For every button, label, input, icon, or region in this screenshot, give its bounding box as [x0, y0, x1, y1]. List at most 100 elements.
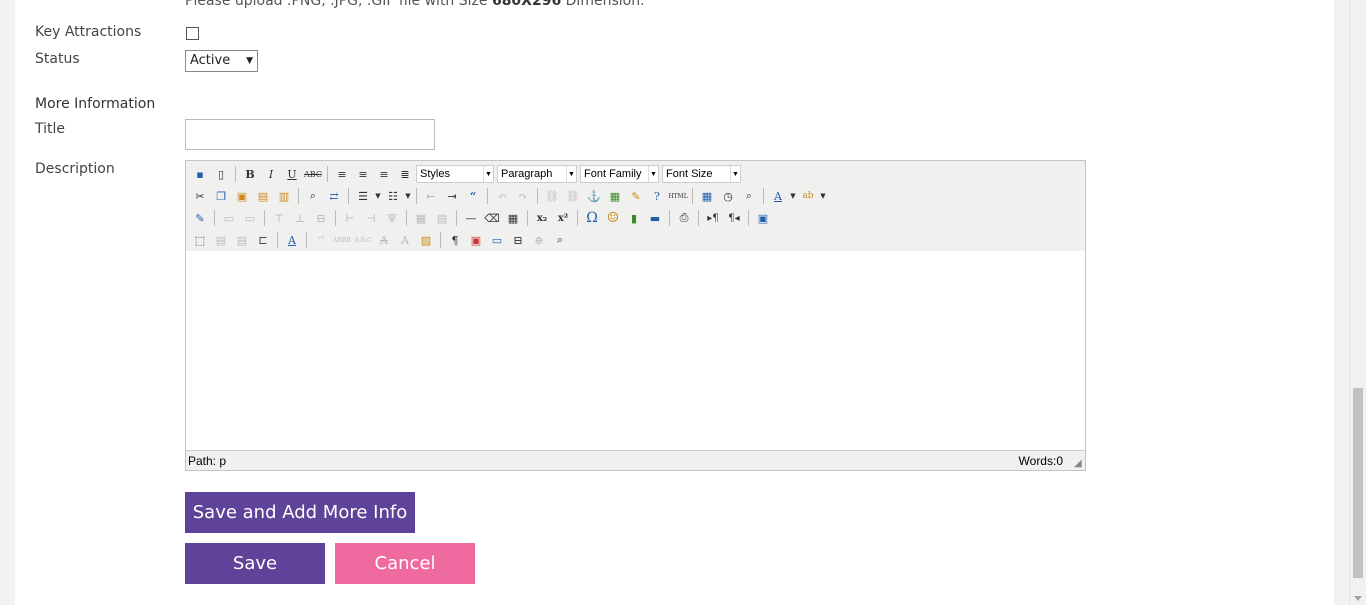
ltr-icon[interactable]: ▸¶ [703, 208, 723, 228]
table-cell-props-icon[interactable]: ▭ [240, 208, 260, 228]
redo-icon[interactable]: ↷ [513, 186, 533, 206]
delete-col-icon[interactable]: Ψ [382, 208, 402, 228]
anchor-icon[interactable]: ⚓ [584, 186, 604, 206]
delete-row-icon[interactable]: ⊟ [311, 208, 331, 228]
outdent-icon[interactable]: ⇤ [421, 186, 441, 206]
nonbreaking-icon[interactable]: ▬ [645, 208, 665, 228]
absolute-icon[interactable]: ⊏ [253, 230, 273, 250]
title-input[interactable] [185, 119, 435, 150]
table-row-props-icon[interactable]: ▭ [219, 208, 239, 228]
image-icon[interactable]: ▦ [605, 186, 625, 206]
insert-date-icon[interactable]: ▦ [697, 186, 717, 206]
insert-time-icon[interactable]: ◷ [718, 186, 738, 206]
insert-col-before-icon[interactable]: ⊢ [340, 208, 360, 228]
paste-text-icon[interactable]: ▤ [253, 186, 273, 206]
save-button[interactable]: Save [185, 543, 325, 584]
save-icon[interactable]: ▪ [190, 164, 210, 184]
resize-grip-icon[interactable]: ◢ [1074, 459, 1084, 469]
paste-word-icon[interactable]: ▥ [274, 186, 294, 206]
attributes-icon[interactable]: ▨ [416, 230, 436, 250]
insert-col-after-icon[interactable]: ⊣ [361, 208, 381, 228]
bold-icon[interactable]: B [240, 164, 260, 184]
insert-row-after-icon[interactable]: ⊥ [290, 208, 310, 228]
status-select[interactable]: Active ▼ [185, 50, 258, 72]
new-document-icon[interactable]: ▯ [211, 164, 231, 184]
help-icon[interactable]: ? [647, 186, 667, 206]
pagebreak-icon[interactable]: ⊟ [508, 230, 528, 250]
align-center-icon[interactable]: ≡ [353, 164, 373, 184]
emoticon-icon[interactable]: ☺ [603, 208, 623, 228]
media-icon[interactable]: ▮ [624, 208, 644, 228]
subscript-icon[interactable]: x₂ [532, 208, 552, 228]
abbr-icon[interactable]: ABBR [332, 230, 352, 250]
form-panel: Please upload .PNG, .JPG, .GIF file with… [15, 0, 1334, 605]
chevron-down-icon[interactable]: ▼ [819, 186, 827, 206]
template-icon[interactable]: ▭ [487, 230, 507, 250]
styleprops-icon[interactable]: A [282, 230, 302, 250]
acronym-icon[interactable]: A.B.C [353, 230, 373, 250]
font-family-dropdown[interactable]: Font Family ▼ [580, 165, 659, 183]
upload-note-suffix: Dimension. [561, 0, 645, 9]
undo-icon[interactable]: ↶ [492, 186, 512, 206]
insert-row-before-icon[interactable]: ⊤ [269, 208, 289, 228]
indent-icon[interactable]: ⇥ [442, 186, 462, 206]
page-scrollbar[interactable] [1349, 0, 1366, 605]
ins-icon[interactable]: A [395, 230, 415, 250]
special-char-icon[interactable]: Ω [582, 208, 602, 228]
remove-format-icon[interactable]: ⌫ [482, 208, 502, 228]
save-and-add-more-button[interactable]: Save and Add More Info [185, 492, 415, 533]
copy-icon[interactable]: ❐ [211, 186, 231, 206]
replace-icon[interactable]: ⇄ [324, 186, 344, 206]
chevron-down-icon[interactable]: ▼ [404, 186, 412, 206]
align-right-icon[interactable]: ≡ [374, 164, 394, 184]
underline-icon[interactable]: U [282, 164, 302, 184]
move-backward-icon[interactable]: ▤ [232, 230, 252, 250]
horizontal-rule-icon[interactable]: — [461, 208, 481, 228]
find-icon[interactable]: ⌕ [303, 186, 323, 206]
edit-css-icon[interactable]: ✎ [190, 208, 210, 228]
unlink-icon[interactable]: ⛓ [563, 186, 583, 206]
cancel-button[interactable]: Cancel [335, 543, 475, 584]
scroll-down-icon[interactable] [1354, 596, 1362, 601]
html-icon[interactable]: HTML [668, 186, 688, 206]
key-attractions-checkbox[interactable] [186, 27, 199, 40]
preview-icon[interactable]: ⌕ [739, 186, 759, 206]
zoom-icon[interactable]: ⌕ [550, 230, 570, 250]
link-icon[interactable]: ⛓ [542, 186, 562, 206]
format-dropdown[interactable]: Paragraph ▼ [497, 165, 577, 183]
strikethrough-icon[interactable]: ABC [303, 164, 323, 184]
font-size-dropdown[interactable]: Font Size ▼ [662, 165, 741, 183]
cite-icon[interactable]: “” [311, 230, 331, 250]
align-justify-icon[interactable]: ≣ [395, 164, 415, 184]
nonbreaking-control-icon[interactable]: ▣ [466, 230, 486, 250]
editor-path: Path: p [188, 454, 227, 468]
split-cells-icon[interactable]: ▦ [411, 208, 431, 228]
superscript-icon[interactable]: x² [553, 208, 573, 228]
print-icon[interactable]: ⎙ [674, 208, 694, 228]
cleanup-icon[interactable]: ✎ [626, 186, 646, 206]
rtl-icon[interactable]: ¶◂ [724, 208, 744, 228]
merge-cells-icon[interactable]: ▤ [432, 208, 452, 228]
fullscreen-icon[interactable]: ▣ [753, 208, 773, 228]
move-forward-icon[interactable]: ▤ [211, 230, 231, 250]
numbered-list-icon[interactable]: ☷ [383, 186, 403, 206]
table-icon[interactable]: ▦ [503, 208, 523, 228]
chevron-down-icon[interactable]: ▼ [374, 186, 382, 206]
paste-icon[interactable]: ▣ [232, 186, 252, 206]
visual-chars-icon[interactable]: ¶ [445, 230, 465, 250]
toolbar-row-3: ✎ ▭ ▭ ⊤ ⊥ ⊟ ⊢ ⊣ Ψ ▦ ▤ — ⌫ ▦ x₂ x² Ω ☺ ▮ … [190, 208, 773, 228]
align-left-icon[interactable]: ≡ [332, 164, 352, 184]
insert-layer-icon[interactable]: ⬚ [190, 230, 210, 250]
cut-icon[interactable]: ✂ [190, 186, 210, 206]
styles-dropdown[interactable]: Styles ▼ [416, 165, 494, 183]
blockformat-icon[interactable]: ⊕ [529, 230, 549, 250]
chevron-down-icon[interactable]: ▼ [789, 186, 797, 206]
blockquote-icon[interactable]: “ [463, 186, 483, 206]
text-color-icon[interactable]: A [768, 186, 788, 206]
scrollbar-thumb[interactable] [1353, 388, 1363, 578]
bullet-list-icon[interactable]: ☰ [353, 186, 373, 206]
background-color-icon[interactable]: ab [798, 186, 818, 206]
editor-content-area[interactable] [186, 251, 1085, 451]
italic-icon[interactable]: I [261, 164, 281, 184]
del-icon[interactable]: A [374, 230, 394, 250]
